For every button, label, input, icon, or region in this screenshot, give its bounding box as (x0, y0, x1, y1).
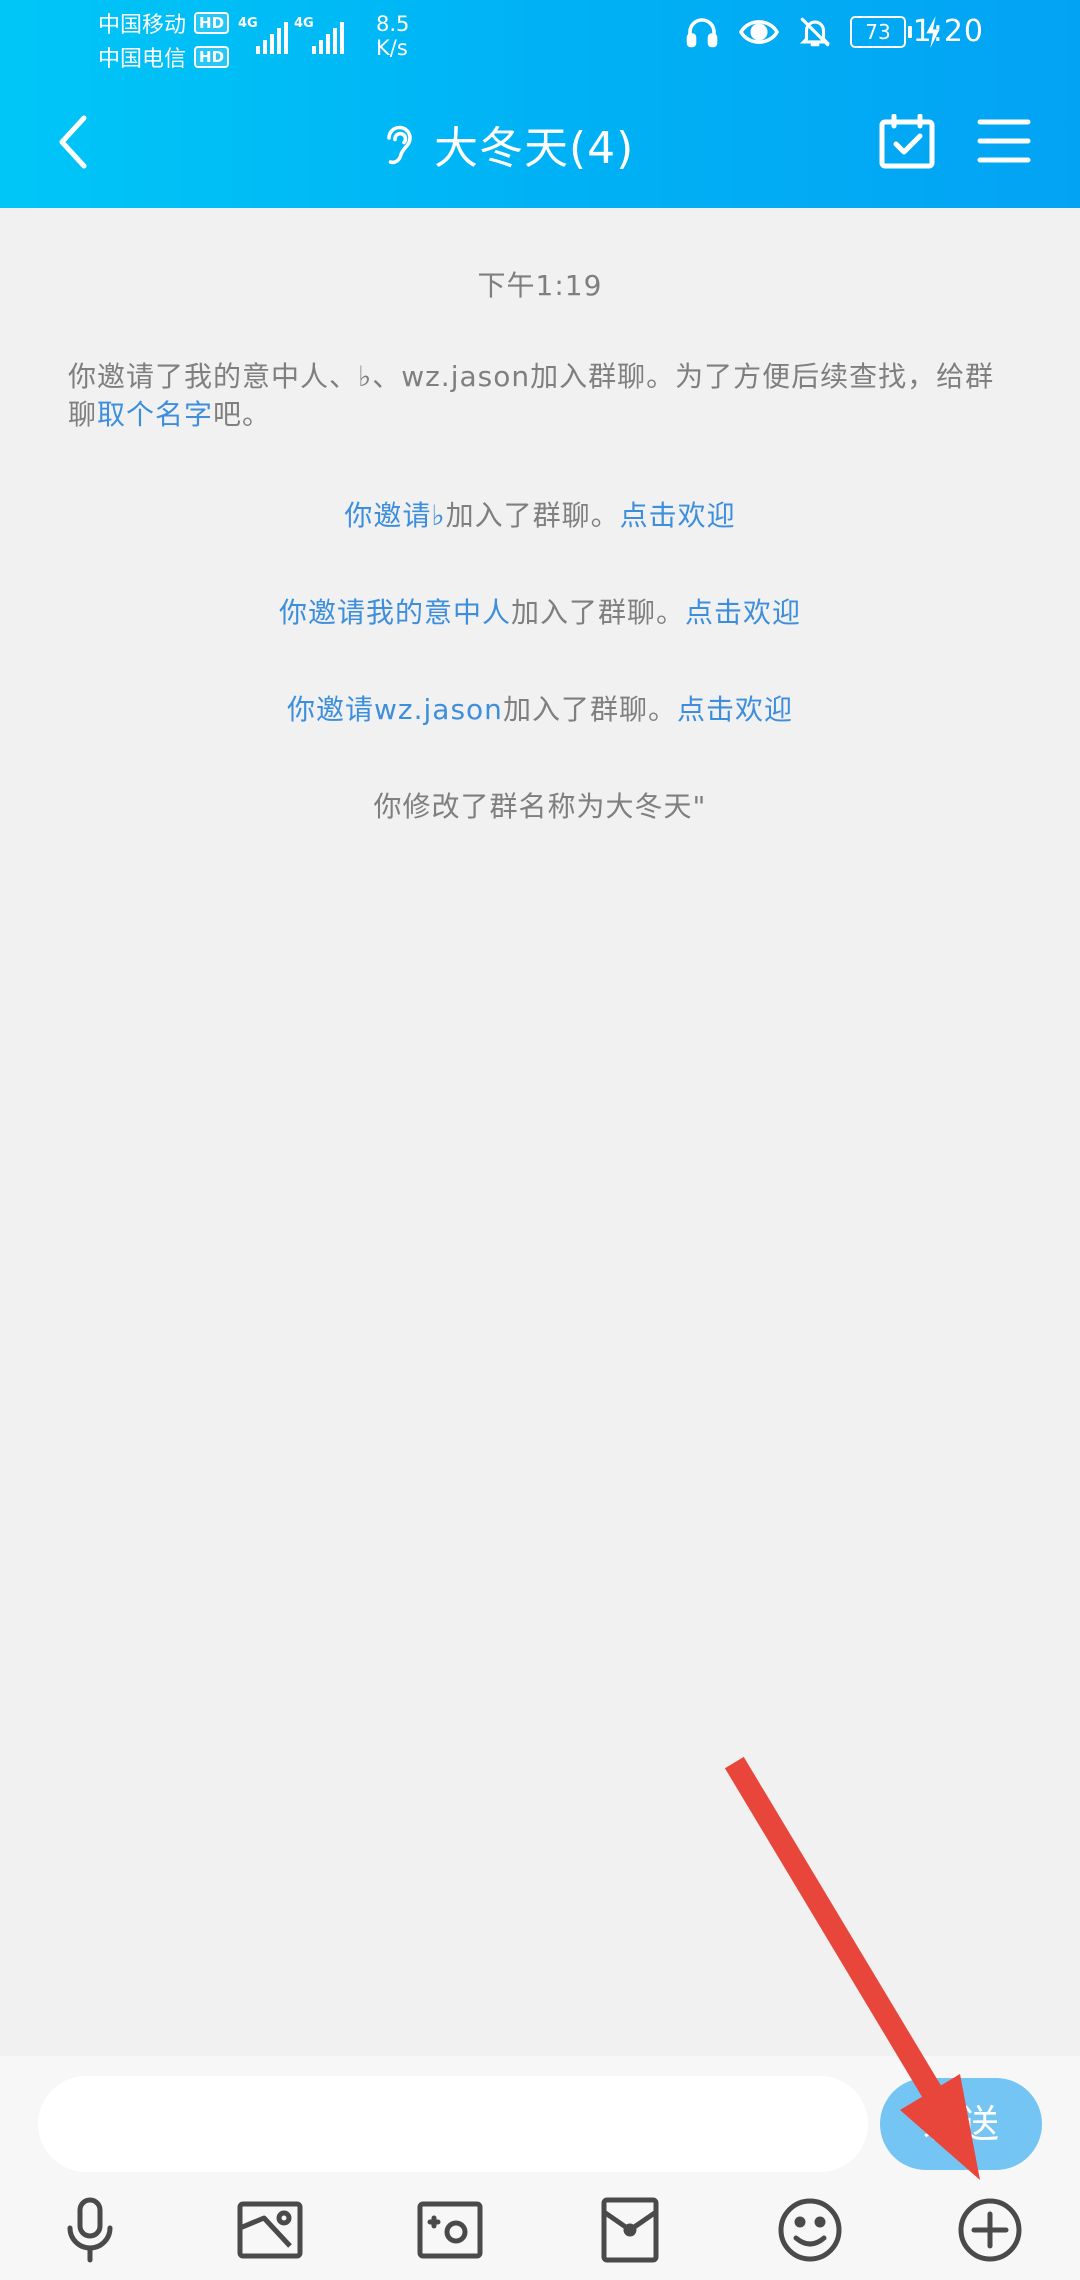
member-name-link[interactable]: ♭ (431, 499, 445, 532)
battery-indicator: 73 (850, 16, 912, 48)
welcome-link[interactable]: 点击欢迎 (620, 499, 736, 532)
system-message-join-3: 你邀请wz.jason加入了群聊。点击欢迎 (0, 688, 1080, 728)
page-title: 大冬天(4) (434, 123, 635, 174)
carrier-1-label: 中国移动 (98, 13, 187, 38)
system-message-join-1: 你邀请♭加入了群聊。点击欢迎 (0, 494, 1080, 534)
send-button[interactable]: 发送 (880, 2078, 1042, 2170)
net-speed: 8.5 K/s (376, 12, 409, 60)
system-message-rename: 你修改了群名称为大冬天" (373, 790, 707, 823)
system-message-invite: 你邀请了我的意中人、♭、wz.jason加入群聊。为了方便后续查找，给群聊取个名… (68, 358, 1012, 434)
signal-2-icon: 4G (294, 14, 344, 54)
emoji-icon[interactable] (774, 2194, 846, 2266)
chat-toolbar (0, 2194, 1080, 2274)
back-button[interactable] (52, 110, 100, 174)
title-group: 大冬天(4) (380, 112, 634, 176)
welcome-link[interactable]: 点击欢迎 (677, 693, 793, 726)
clock: 1:20 (912, 14, 984, 49)
member-name-link[interactable]: wz.jason (374, 693, 503, 726)
eye-icon (738, 20, 780, 44)
hd-badge-2: HD (194, 46, 230, 68)
red-packet-icon[interactable] (594, 2194, 666, 2266)
menu-icon[interactable] (976, 116, 1032, 166)
join-prefix: 你邀请 (278, 596, 366, 629)
net-speed-value: 8.5 (376, 12, 410, 36)
chat-area[interactable]: 下午1:19 你邀请了我的意中人、♭、wz.jason加入群聊。为了方便后续查找… (0, 208, 1080, 2056)
member-name-link[interactable]: 我的意中人 (366, 596, 511, 629)
join-middle: 加入了群聊。 (502, 693, 677, 726)
system-message-join-2: 你邀请我的意中人加入了群聊。点击欢迎 (0, 591, 1080, 631)
name-group-link[interactable]: 取个名字 (97, 398, 213, 431)
microphone-icon[interactable] (54, 2194, 126, 2266)
headphones-icon (686, 18, 718, 48)
input-bar: 发送 (0, 2056, 1080, 2280)
camera-icon[interactable] (414, 2194, 486, 2266)
calendar-check-icon[interactable] (878, 114, 936, 170)
carrier-info: 中国移动 HD 中国电信 HD (98, 6, 238, 74)
message-input[interactable] (38, 2076, 868, 2172)
header-bar: 中国移动 HD 中国电信 HD 4G 4G 8.5 K/s 73 1:20 大冬… (0, 0, 1080, 208)
hd-badge-1: HD (194, 12, 230, 34)
ear-icon[interactable] (380, 120, 416, 168)
signal-1-icon: 4G (238, 14, 288, 54)
status-icons: 73 (684, 14, 942, 50)
join-middle: 加入了群聊。 (511, 596, 686, 629)
mute-bell-icon (799, 17, 831, 47)
signal-indicators: 4G 4G (238, 14, 344, 54)
join-middle: 加入了群聊。 (445, 499, 620, 532)
join-prefix: 你邀请 (344, 499, 432, 532)
carrier-2-label: 中国电信 (98, 47, 187, 72)
image-icon[interactable] (234, 2194, 306, 2266)
plus-icon[interactable] (954, 2194, 1026, 2266)
invite-text-end: 吧。 (213, 398, 272, 431)
net-speed-unit: K/s (376, 36, 408, 60)
welcome-link[interactable]: 点击欢迎 (685, 596, 801, 629)
join-prefix: 你邀请 (287, 693, 375, 726)
timestamp: 下午1:19 (477, 269, 603, 302)
